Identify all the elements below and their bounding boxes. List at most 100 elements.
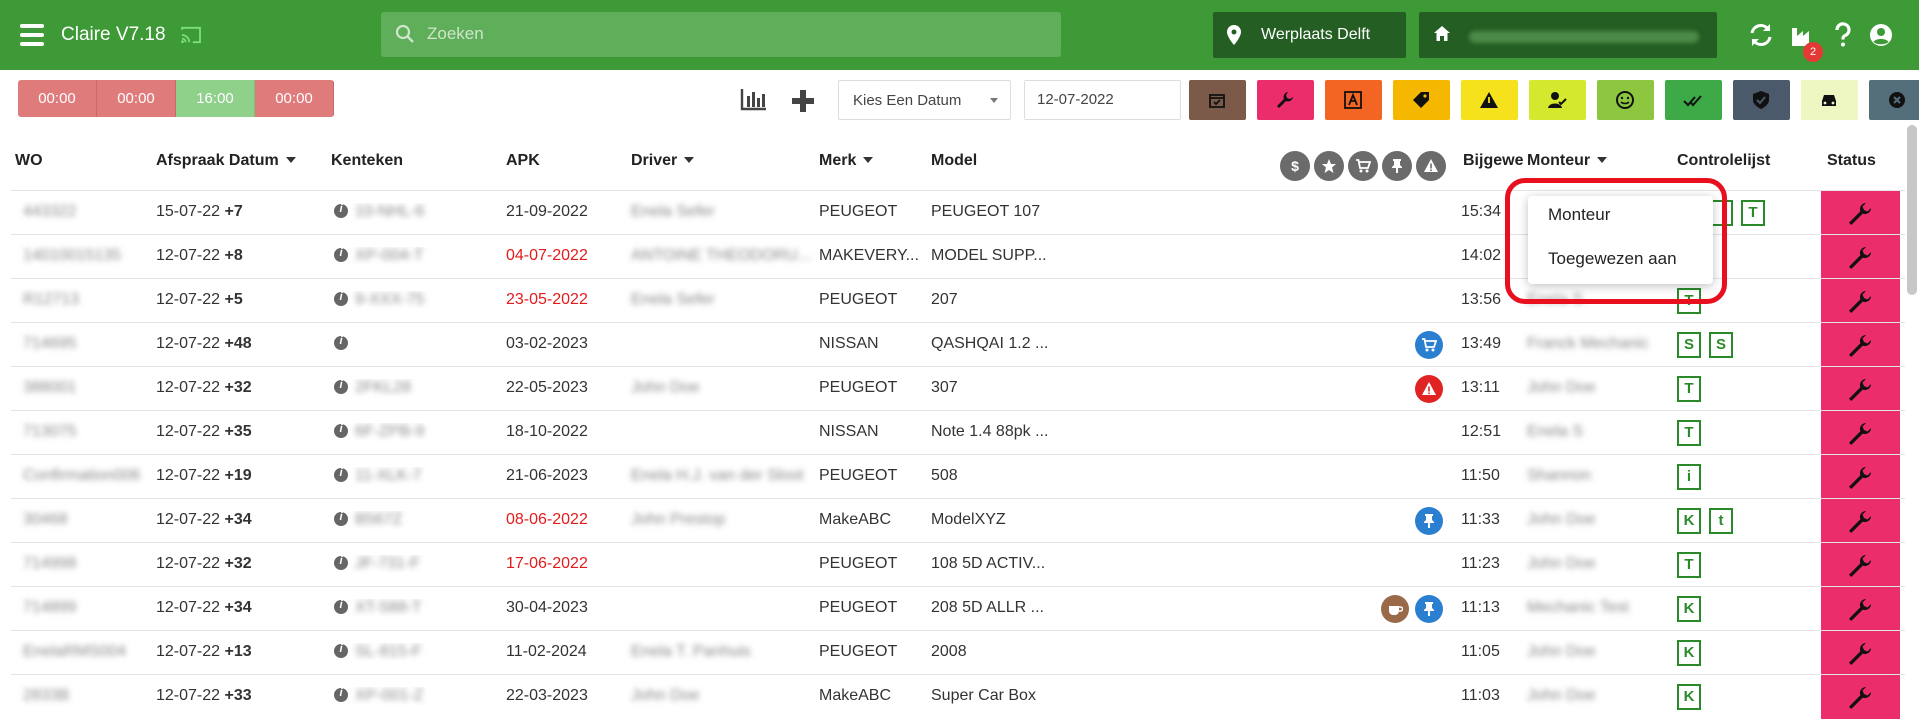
checklist-chip[interactable]: T bbox=[1677, 420, 1701, 446]
filter-button-close-circle[interactable] bbox=[1869, 80, 1919, 120]
checklist-chip[interactable]: t bbox=[1709, 508, 1733, 534]
menu-item-toegewezen-aan[interactable]: Toegewezen aan bbox=[1548, 249, 1677, 269]
star-filter-icon[interactable] bbox=[1314, 151, 1344, 181]
menu-item-monteur[interactable]: Monteur bbox=[1548, 205, 1610, 225]
info-icon[interactable] bbox=[334, 335, 348, 350]
filter-button-shield[interactable] bbox=[1733, 80, 1790, 120]
info-icon[interactable] bbox=[334, 599, 348, 614]
filter-button-user-check[interactable] bbox=[1529, 80, 1586, 120]
table-row[interactable]: Confirmation006 12-07-22 +19 11-XLK-7 21-06… bbox=[11, 454, 1905, 499]
add-icon[interactable] bbox=[790, 88, 816, 114]
col-wo[interactable]: WO bbox=[15, 152, 43, 170]
search-bar[interactable] bbox=[381, 12, 1061, 57]
col-afspraak-datum[interactable]: Afspraak Datum bbox=[156, 152, 296, 170]
table-row[interactable]: 2833B 12-07-22 +33 XP-001-Z 22-03-2023 John … bbox=[11, 674, 1905, 719]
table-row[interactable]: 388001 12-07-22 +32 2FKL28 22-05-2023 John D… bbox=[11, 366, 1905, 411]
checklist-chip[interactable]: K bbox=[1677, 596, 1701, 622]
wo-number[interactable]: 14010015135 bbox=[23, 247, 143, 265]
info-icon[interactable] bbox=[334, 687, 348, 702]
filter-button-wrench[interactable] bbox=[1257, 80, 1314, 120]
col-kenteken[interactable]: Kenteken bbox=[331, 152, 403, 170]
filter-button-double-check[interactable] bbox=[1665, 80, 1722, 120]
filter-button-car[interactable] bbox=[1801, 80, 1858, 120]
bar-chart-icon[interactable] bbox=[740, 87, 768, 111]
status-button[interactable] bbox=[1821, 675, 1900, 719]
checklist-chip[interactable]: S bbox=[1709, 332, 1733, 358]
status-button[interactable] bbox=[1821, 191, 1900, 235]
status-button[interactable] bbox=[1821, 323, 1900, 367]
table-row[interactable]: 714998 12-07-22 +32 JF-731-F 17-06-2022 PEUG… bbox=[11, 542, 1905, 587]
status-button[interactable] bbox=[1821, 235, 1900, 279]
cart-icon[interactable] bbox=[1415, 331, 1443, 359]
date-input[interactable]: 12-07-2022 bbox=[1024, 80, 1181, 120]
filter-button-warning[interactable] bbox=[1461, 80, 1518, 120]
col-apk[interactable]: APK bbox=[506, 152, 540, 170]
wo-number[interactable]: 443322 bbox=[23, 203, 143, 221]
filter-button-tag[interactable] bbox=[1393, 80, 1450, 120]
refresh-icon[interactable] bbox=[1748, 22, 1774, 48]
table-row[interactable]: 714899 12-07-22 +34 XT-588-T 30-04-2023 PEUG… bbox=[11, 586, 1905, 631]
wo-number[interactable]: Confirmation006 bbox=[23, 467, 143, 485]
scrollbar[interactable] bbox=[1907, 125, 1917, 295]
table-row[interactable]: 30468 12-07-22 +34 B567Z 08-06-2022 John Pre… bbox=[11, 498, 1905, 543]
checklist-chip[interactable]: i bbox=[1677, 464, 1701, 490]
filter-button-smiley[interactable] bbox=[1597, 80, 1654, 120]
warning-filter-icon[interactable] bbox=[1416, 151, 1446, 181]
wo-number[interactable]: 714899 bbox=[23, 599, 143, 617]
timer-1[interactable]: 00:00 bbox=[18, 80, 97, 117]
status-button[interactable] bbox=[1821, 499, 1900, 543]
checklist-chip[interactable]: K bbox=[1677, 508, 1701, 534]
info-icon[interactable] bbox=[334, 203, 348, 218]
cart-filter-icon[interactable] bbox=[1348, 151, 1378, 181]
timer-3[interactable]: 16:00 bbox=[176, 80, 255, 117]
info-icon[interactable] bbox=[334, 423, 348, 438]
filter-button-font[interactable] bbox=[1325, 80, 1382, 120]
info-icon[interactable] bbox=[334, 291, 348, 306]
help-icon[interactable] bbox=[1830, 22, 1856, 48]
checklist-chip[interactable]: T bbox=[1677, 376, 1701, 402]
status-button[interactable] bbox=[1821, 455, 1900, 499]
status-button[interactable] bbox=[1821, 367, 1900, 411]
info-icon[interactable] bbox=[334, 555, 348, 570]
table-row[interactable]: 713075 12-07-22 +35 6F-ZPB-9 18-10-2022 NISS… bbox=[11, 410, 1905, 455]
pin-icon[interactable] bbox=[1415, 595, 1443, 623]
info-icon[interactable] bbox=[334, 643, 348, 658]
wo-number[interactable]: R12713 bbox=[23, 291, 143, 309]
pin-filter-icon[interactable] bbox=[1382, 151, 1412, 181]
warning-icon[interactable] bbox=[1415, 375, 1443, 403]
pin-icon[interactable] bbox=[1415, 507, 1443, 535]
wo-number[interactable]: 388001 bbox=[23, 379, 143, 397]
table-row[interactable]: 714695 12-07-22 +48 03-02-2023 NISSAN QASHQA… bbox=[11, 322, 1905, 367]
info-icon[interactable] bbox=[334, 379, 348, 394]
info-icon[interactable] bbox=[334, 467, 348, 482]
wo-number[interactable]: 713075 bbox=[23, 423, 143, 441]
status-button[interactable] bbox=[1821, 279, 1900, 323]
date-select-dropdown[interactable]: Kies Een Datum bbox=[838, 80, 1011, 120]
timer-4[interactable]: 00:00 bbox=[255, 80, 334, 117]
status-button[interactable] bbox=[1821, 543, 1900, 587]
checklist-chip[interactable]: K bbox=[1677, 684, 1701, 710]
col-model[interactable]: Model bbox=[931, 152, 977, 170]
coffee-icon[interactable] bbox=[1381, 595, 1409, 623]
cast-icon[interactable] bbox=[180, 26, 202, 44]
col-monteur[interactable]: Monteur bbox=[1527, 152, 1608, 170]
dollar-filter-icon[interactable]: $ bbox=[1280, 151, 1310, 181]
checklist-chip[interactable]: T bbox=[1741, 200, 1765, 226]
col-controlelijst[interactable]: Controlelijst bbox=[1677, 152, 1770, 170]
search-input[interactable] bbox=[427, 20, 1027, 48]
wo-number[interactable]: EnelaRMS004 bbox=[23, 643, 143, 661]
checklist-chip[interactable]: K bbox=[1677, 640, 1701, 666]
wo-number[interactable]: 714695 bbox=[23, 335, 143, 353]
timer-2[interactable]: 00:00 bbox=[97, 80, 176, 117]
checklist-chip[interactable]: S bbox=[1677, 332, 1701, 358]
garage-selector[interactable] bbox=[1419, 12, 1717, 58]
hamburger-menu-icon[interactable] bbox=[20, 24, 44, 46]
info-icon[interactable] bbox=[334, 247, 348, 262]
status-button[interactable] bbox=[1821, 587, 1900, 631]
user-account-icon[interactable] bbox=[1868, 22, 1894, 48]
col-driver[interactable]: Driver bbox=[631, 152, 695, 170]
wo-number[interactable]: 714998 bbox=[23, 555, 143, 573]
table-row[interactable]: EnelaRMS004 12-07-22 +13 SL-815-F 11-02-202… bbox=[11, 630, 1905, 675]
wo-number[interactable]: 30468 bbox=[23, 511, 143, 529]
status-button[interactable] bbox=[1821, 631, 1900, 675]
